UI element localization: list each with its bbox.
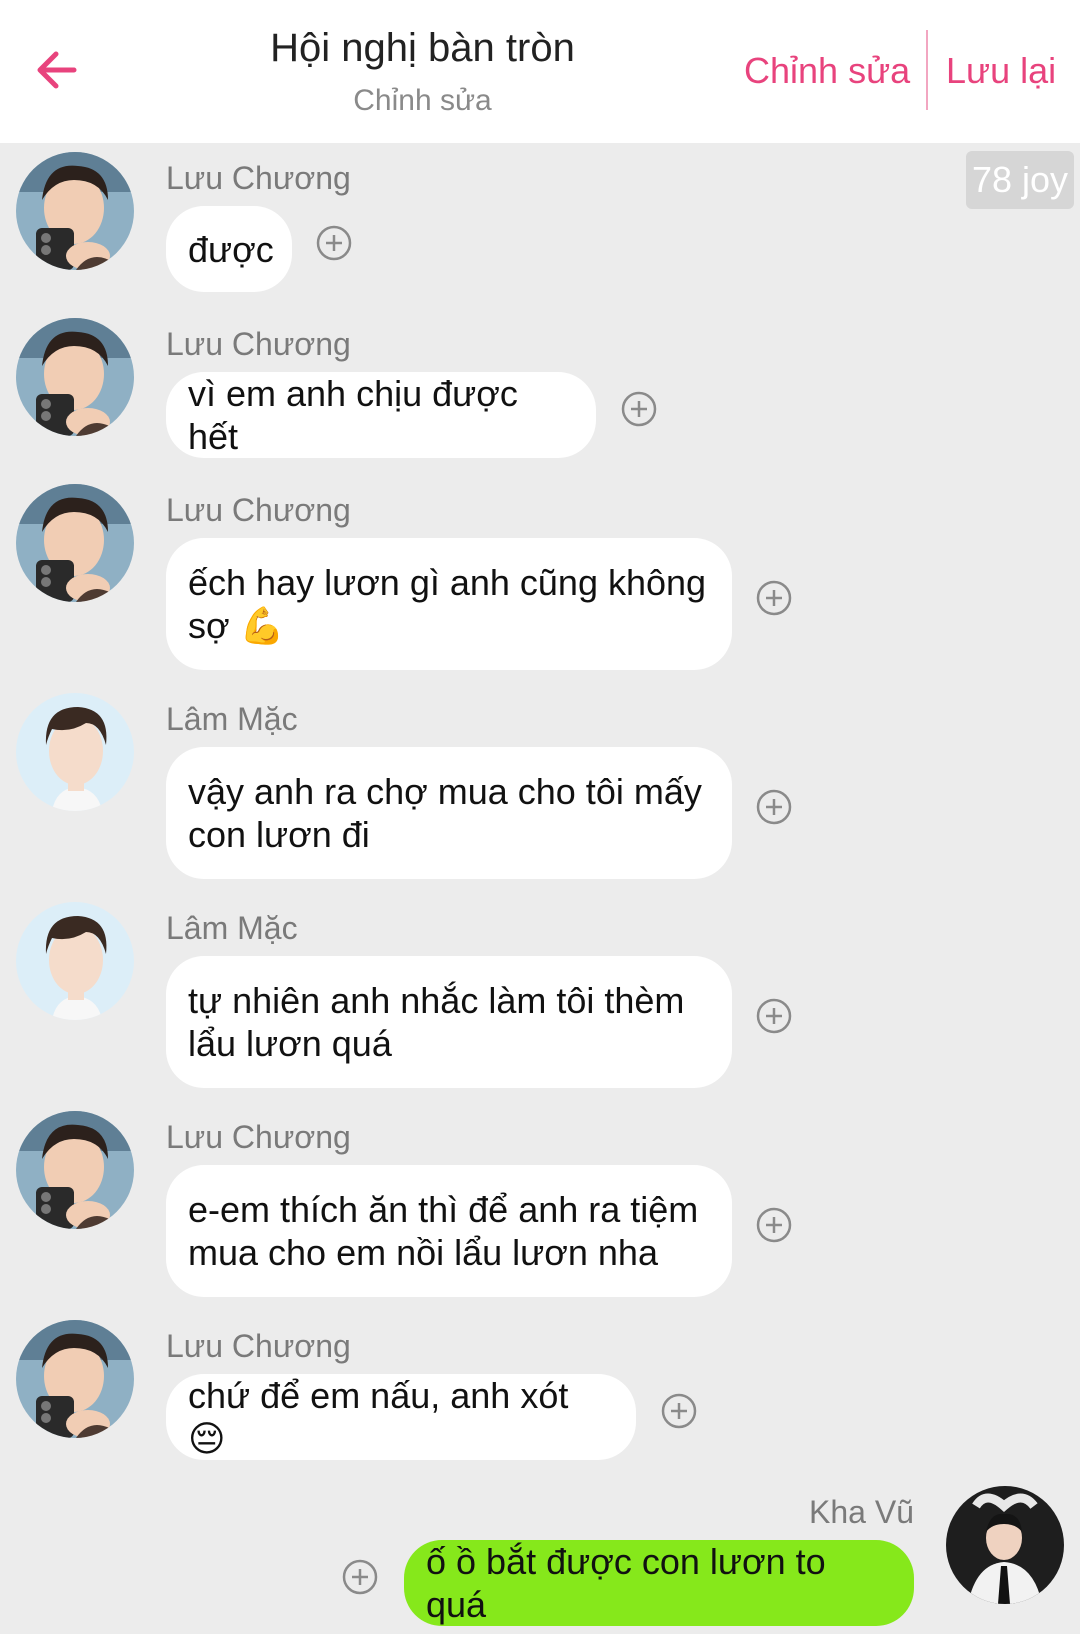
sender-name: Lưu Chương (166, 160, 351, 196)
avatar-luu-chuong[interactable] (16, 484, 134, 602)
sender-name: Lưu Chương (166, 1328, 351, 1364)
save-button[interactable]: Lưu lại (946, 50, 1056, 92)
add-reaction-icon[interactable] (621, 391, 657, 427)
message-bubble[interactable]: e-em thích ăn thì để anh ra tiệm mua cho… (166, 1165, 732, 1297)
sender-name: Lâm Mặc (166, 910, 298, 946)
edit-button[interactable]: Chỉnh sửa (744, 50, 910, 92)
page-subtitle: Chỉnh sửa (353, 84, 492, 117)
sender-name: Kha Vũ (809, 1494, 914, 1530)
message-text: e-em thích ăn thì để anh ra tiệm mua cho… (188, 1189, 699, 1273)
message-text: vì em anh chịu được hết (188, 373, 518, 457)
sender-name: Lưu Chương (166, 1119, 351, 1155)
top-bar: Hội nghị bàn tròn Chỉnh sửa Chỉnh sửa Lư… (0, 0, 1080, 143)
message-bubble[interactable]: vì em anh chịu được hết (166, 372, 596, 458)
message-bubble[interactable]: được (166, 206, 292, 292)
add-reaction-icon[interactable] (316, 225, 352, 261)
add-reaction-icon[interactable] (756, 1207, 792, 1243)
message-text: ố ồ bắt được con lươn to quá (426, 1541, 826, 1625)
add-reaction-icon[interactable] (756, 998, 792, 1034)
avatar-kha-vu[interactable] (946, 1486, 1064, 1604)
sender-name: Lưu Chương (166, 492, 351, 528)
message-bubble[interactable]: ếch hay lươn gì anh cũng không sợ 💪 (166, 538, 732, 670)
message-bubble[interactable]: ố ồ bắt được con lươn to quá (404, 1540, 914, 1626)
sender-name: Lưu Chương (166, 326, 351, 362)
message-bubble[interactable]: chứ để em nấu, anh xót 😔 (166, 1374, 636, 1460)
message-bubble[interactable]: tự nhiên anh nhắc làm tôi thèm lẩu lươn … (166, 956, 732, 1088)
avatar-lam-mac[interactable] (16, 902, 134, 1020)
joy-count-badge: 78 joy (966, 151, 1074, 209)
message-text: tự nhiên anh nhắc làm tôi thèm lẩu lươn … (188, 980, 685, 1064)
add-reaction-icon[interactable] (342, 1559, 378, 1595)
add-reaction-icon[interactable] (756, 789, 792, 825)
header-divider (926, 30, 928, 110)
add-reaction-icon[interactable] (756, 580, 792, 616)
sender-name: Lâm Mặc (166, 701, 298, 737)
avatar-luu-chuong[interactable] (16, 152, 134, 270)
avatar-luu-chuong[interactable] (16, 1111, 134, 1229)
message-bubble[interactable]: vậy anh ra chợ mua cho tôi mấy con lươn … (166, 747, 732, 879)
add-reaction-icon[interactable] (661, 1393, 697, 1429)
message-text: vậy anh ra chợ mua cho tôi mấy con lươn … (188, 771, 702, 855)
page-title: Hội nghị bàn tròn (270, 26, 575, 70)
message-text: ếch hay lươn gì anh cũng không sợ 💪 (188, 562, 707, 646)
avatar-lam-mac[interactable] (16, 693, 134, 811)
avatar-luu-chuong[interactable] (16, 318, 134, 436)
avatar-luu-chuong[interactable] (16, 1320, 134, 1438)
message-text: chứ để em nấu, anh xót 😔 (188, 1375, 569, 1459)
message-text: được (188, 228, 274, 270)
